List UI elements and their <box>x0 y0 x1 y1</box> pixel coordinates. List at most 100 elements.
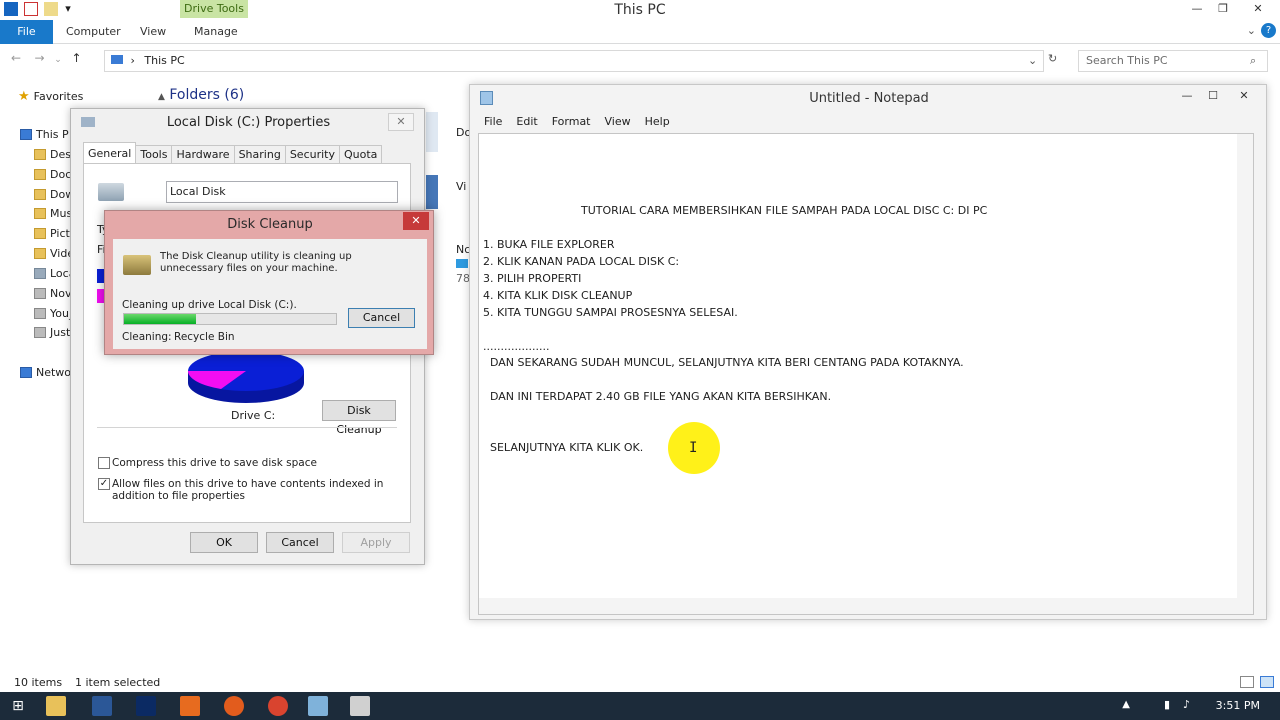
nav-favorites[interactable]: ★ Favorites <box>18 89 83 104</box>
collapse-triangle-icon: ▲ <box>158 92 165 102</box>
details-view-icon[interactable] <box>1240 676 1254 688</box>
tab-manage[interactable]: Manage <box>194 20 238 44</box>
restore-button[interactable]: ❐ <box>1210 0 1236 18</box>
disk-cleanup-button[interactable]: Disk Cleanup <box>322 400 396 436</box>
cancel-button[interactable]: Cancel <box>266 532 334 553</box>
drive-size-partial: 78 <box>456 272 470 285</box>
tab-file[interactable]: File <box>0 20 53 44</box>
index-checkbox[interactable]: ✓ <box>98 478 110 490</box>
search-input[interactable]: Search This PC <box>1078 50 1268 72</box>
cleaning-label: Cleaning: <box>122 331 172 343</box>
firefox-icon[interactable] <box>224 696 244 716</box>
progress-fill <box>124 314 196 324</box>
menu-format[interactable]: Format <box>552 115 591 128</box>
compress-checkbox[interactable] <box>98 457 110 469</box>
disk-cleanup-body: The Disk Cleanup utility is cleaning up … <box>113 239 427 349</box>
notepad-line: SELANJUTNYA KITA KLIK OK. <box>490 441 644 454</box>
nav-buttons: ← → ⌄ ↑ <box>6 51 87 65</box>
explorer-title-bar: ▾ Drive Tools This PC — ❐ ✕ <box>0 0 1280 20</box>
nav-drive-nov[interactable]: Nov <box>34 287 71 300</box>
disk-usage-pie <box>188 351 304 403</box>
menu-file[interactable]: File <box>484 115 502 128</box>
nav-drive-justi[interactable]: Justi <box>34 326 73 339</box>
taskbar-clock[interactable]: 3:51 PM <box>1216 699 1260 712</box>
back-arrow-icon[interactable]: ← <box>6 51 26 65</box>
notepad-line: 3. PILIH PROPERTI <box>483 272 582 285</box>
window-title: This PC <box>614 2 666 18</box>
recent-dropdown-icon[interactable]: ⌄ <box>53 55 63 65</box>
nav-drive-you[interactable]: You_ <box>34 307 74 320</box>
close-button[interactable]: ✕ <box>403 212 429 230</box>
volume-tray-icon[interactable]: ♪ <box>1183 698 1190 711</box>
tab-general[interactable]: General <box>83 142 137 163</box>
nav-music[interactable]: Mus <box>34 207 72 220</box>
notepad-window-controls: — ☐ ✕ <box>1174 87 1262 105</box>
cleaning-item: Recycle Bin <box>174 331 235 343</box>
properties-taskbar-icon[interactable] <box>350 696 370 716</box>
tab-computer[interactable]: Computer <box>66 20 121 44</box>
nav-downloads[interactable]: Dow <box>34 188 74 201</box>
tab-quota[interactable]: Quota <box>338 145 383 163</box>
menu-help[interactable]: Help <box>645 115 670 128</box>
vertical-scrollbar[interactable] <box>1237 134 1253 614</box>
divider <box>97 427 397 428</box>
tray-expand-icon[interactable]: ▲ <box>1122 699 1130 710</box>
breadcrumb-this-pc[interactable]: This PC <box>144 54 184 67</box>
help-icon[interactable]: ? <box>1261 23 1276 38</box>
close-button[interactable]: ✕ <box>388 113 414 131</box>
drive-icon <box>34 268 46 279</box>
word-icon[interactable] <box>92 696 112 716</box>
compress-label: Compress this drive to save disk space <box>112 457 317 469</box>
horizontal-scrollbar[interactable] <box>479 598 1239 614</box>
media-app-icon[interactable] <box>180 696 200 716</box>
up-arrow-icon[interactable]: ↑ <box>67 51 87 65</box>
photoshop-icon[interactable] <box>136 696 156 716</box>
network-tray-icon[interactable]: ▮ <box>1164 698 1170 711</box>
minimize-button[interactable]: — <box>1174 87 1200 105</box>
close-button[interactable]: ✕ <box>1226 87 1262 105</box>
file-explorer-icon[interactable] <box>46 696 66 716</box>
breadcrumb-separator-icon: › <box>130 54 135 67</box>
minimize-button[interactable]: — <box>1184 0 1210 18</box>
taskbar: ⊞ ▲ ▮ ♪ 3:51 PM <box>0 692 1280 720</box>
refresh-icon[interactable]: ↻ <box>1048 52 1057 65</box>
drive-name-input[interactable]: Local Disk <box>166 181 398 203</box>
tab-hardware[interactable]: Hardware <box>171 145 235 163</box>
address-dropdown-icon[interactable]: ⌄ <box>1028 54 1037 67</box>
drive-icon <box>34 288 46 299</box>
folder-icon <box>34 228 46 239</box>
large-icons-view-icon[interactable] <box>1260 676 1274 688</box>
nav-this-pc[interactable]: This P <box>20 128 69 141</box>
disk-cleanup-title: Disk Cleanup <box>227 217 313 232</box>
address-path[interactable]: › This PC <box>104 50 1044 72</box>
nav-network[interactable]: Netwo <box>20 366 71 379</box>
tab-security[interactable]: Security <box>284 145 340 163</box>
search-icon: ⌕ <box>1250 54 1257 67</box>
menu-view[interactable]: View <box>605 115 631 128</box>
close-button[interactable]: ✕ <box>1236 0 1280 18</box>
notepad-title: Untitled - Notepad <box>809 91 929 106</box>
chrome-icon[interactable] <box>268 696 288 716</box>
properties-tabs: General Tools Hardware Sharing Security … <box>83 142 383 163</box>
notepad-line: 1. BUKA FILE EXPLORER <box>483 238 615 251</box>
maximize-button[interactable]: ☐ <box>1200 87 1226 105</box>
notepad-taskbar-icon[interactable] <box>308 696 328 716</box>
notepad-line: 4. KITA KLIK DISK CLEANUP <box>483 289 633 302</box>
documents-folder-icon <box>426 112 438 152</box>
cleanup-status: Cleaning up drive Local Disk (C:). <box>122 299 297 311</box>
windows-start-icon[interactable]: ⊞ <box>8 696 28 716</box>
expand-ribbon-icon[interactable]: ⌄ <box>1247 24 1256 37</box>
cancel-button[interactable]: Cancel <box>348 308 415 328</box>
tab-tools[interactable]: Tools <box>135 145 173 163</box>
tab-view[interactable]: View <box>140 20 166 44</box>
forward-arrow-icon[interactable]: → <box>30 51 50 65</box>
drive-icon <box>34 327 46 338</box>
star-icon: ★ <box>18 89 30 104</box>
ribbon-tabs: File Computer View Manage ⌄ ? <box>0 20 1280 44</box>
folders-group-header[interactable]: ▲ Folders (6) <box>158 87 244 103</box>
menu-edit[interactable]: Edit <box>516 115 537 128</box>
ok-button[interactable]: OK <box>190 532 258 553</box>
nav-videos[interactable]: Vide <box>34 247 74 260</box>
navigation-pane: ★ Favorites This P Desk Docu Dow Mus Pic… <box>0 80 83 670</box>
tab-sharing[interactable]: Sharing <box>233 145 286 163</box>
